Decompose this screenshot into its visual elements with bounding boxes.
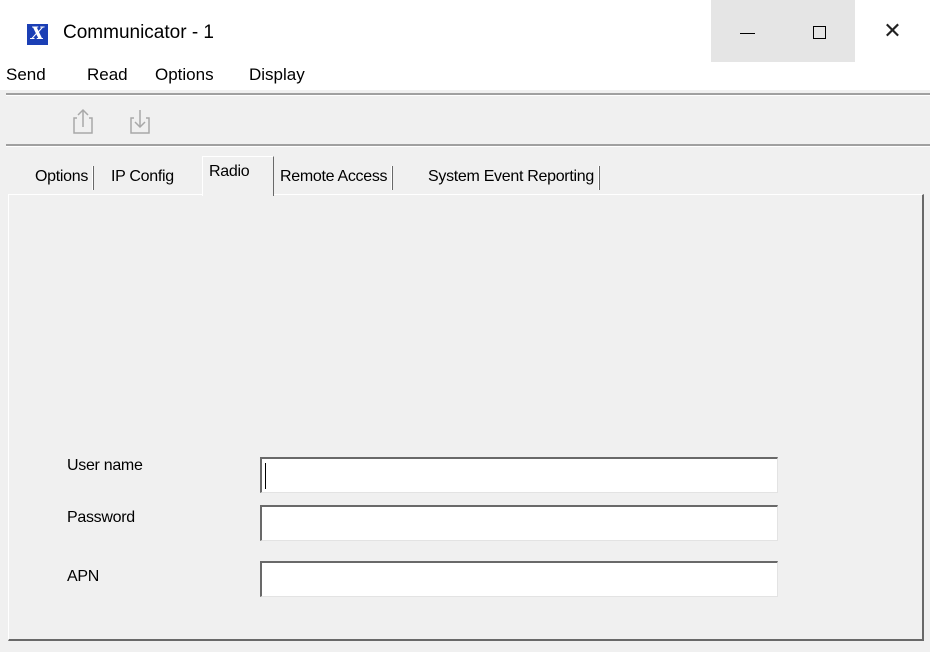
menu-send[interactable]: Send: [6, 65, 46, 85]
toolbar-separator: [6, 144, 930, 147]
tab-divider: [391, 166, 394, 190]
tab-ip-config[interactable]: IP Config: [105, 162, 180, 193]
tab-label: Radio: [209, 163, 250, 180]
minimize-button[interactable]: [711, 0, 783, 64]
tab-radio[interactable]: Radio: [202, 156, 274, 196]
username-input[interactable]: [260, 457, 778, 493]
tab-label: System Event Reporting: [428, 168, 594, 185]
receive-toolbar-button[interactable]: [125, 104, 155, 138]
tab-divider: [92, 166, 95, 190]
app-icon: X: [27, 24, 48, 45]
window-title: Communicator - 1: [63, 22, 214, 43]
tab-divider: [597, 166, 600, 190]
communicator-window: X Communicator - 1 ✕ Send Read Options D…: [0, 0, 930, 652]
tab-label: IP Config: [111, 168, 174, 185]
apn-input[interactable]: [260, 561, 778, 597]
menu-read[interactable]: Read: [87, 65, 128, 85]
username-label: User name: [67, 457, 143, 474]
apn-label: APN: [67, 568, 99, 585]
tab-options[interactable]: Options: [29, 162, 95, 193]
title-bar[interactable]: X Communicator - 1 ✕: [0, 0, 930, 64]
close-icon: ✕: [883, 19, 902, 44]
minimize-icon: [739, 32, 755, 34]
menu-options[interactable]: Options: [155, 65, 214, 85]
tab-label: Remote Access: [280, 168, 388, 185]
tab-remote-access[interactable]: Remote Access: [274, 162, 394, 193]
send-toolbar-button[interactable]: [68, 104, 98, 138]
tab-system-event-reporting[interactable]: System Event Reporting: [422, 162, 600, 193]
password-input[interactable]: [260, 505, 778, 541]
menu-bar: Send Read Options Display: [0, 62, 930, 90]
maximize-button[interactable]: [783, 0, 855, 64]
menu-display[interactable]: Display: [249, 65, 305, 85]
password-label: Password: [67, 509, 135, 526]
download-icon: [130, 110, 150, 134]
text-caret: [265, 463, 266, 489]
close-button[interactable]: ✕: [855, 0, 930, 64]
tab-label: Options: [35, 168, 89, 185]
maximize-icon: [812, 25, 826, 39]
upload-icon: [73, 108, 93, 134]
menu-separator: [6, 93, 930, 96]
